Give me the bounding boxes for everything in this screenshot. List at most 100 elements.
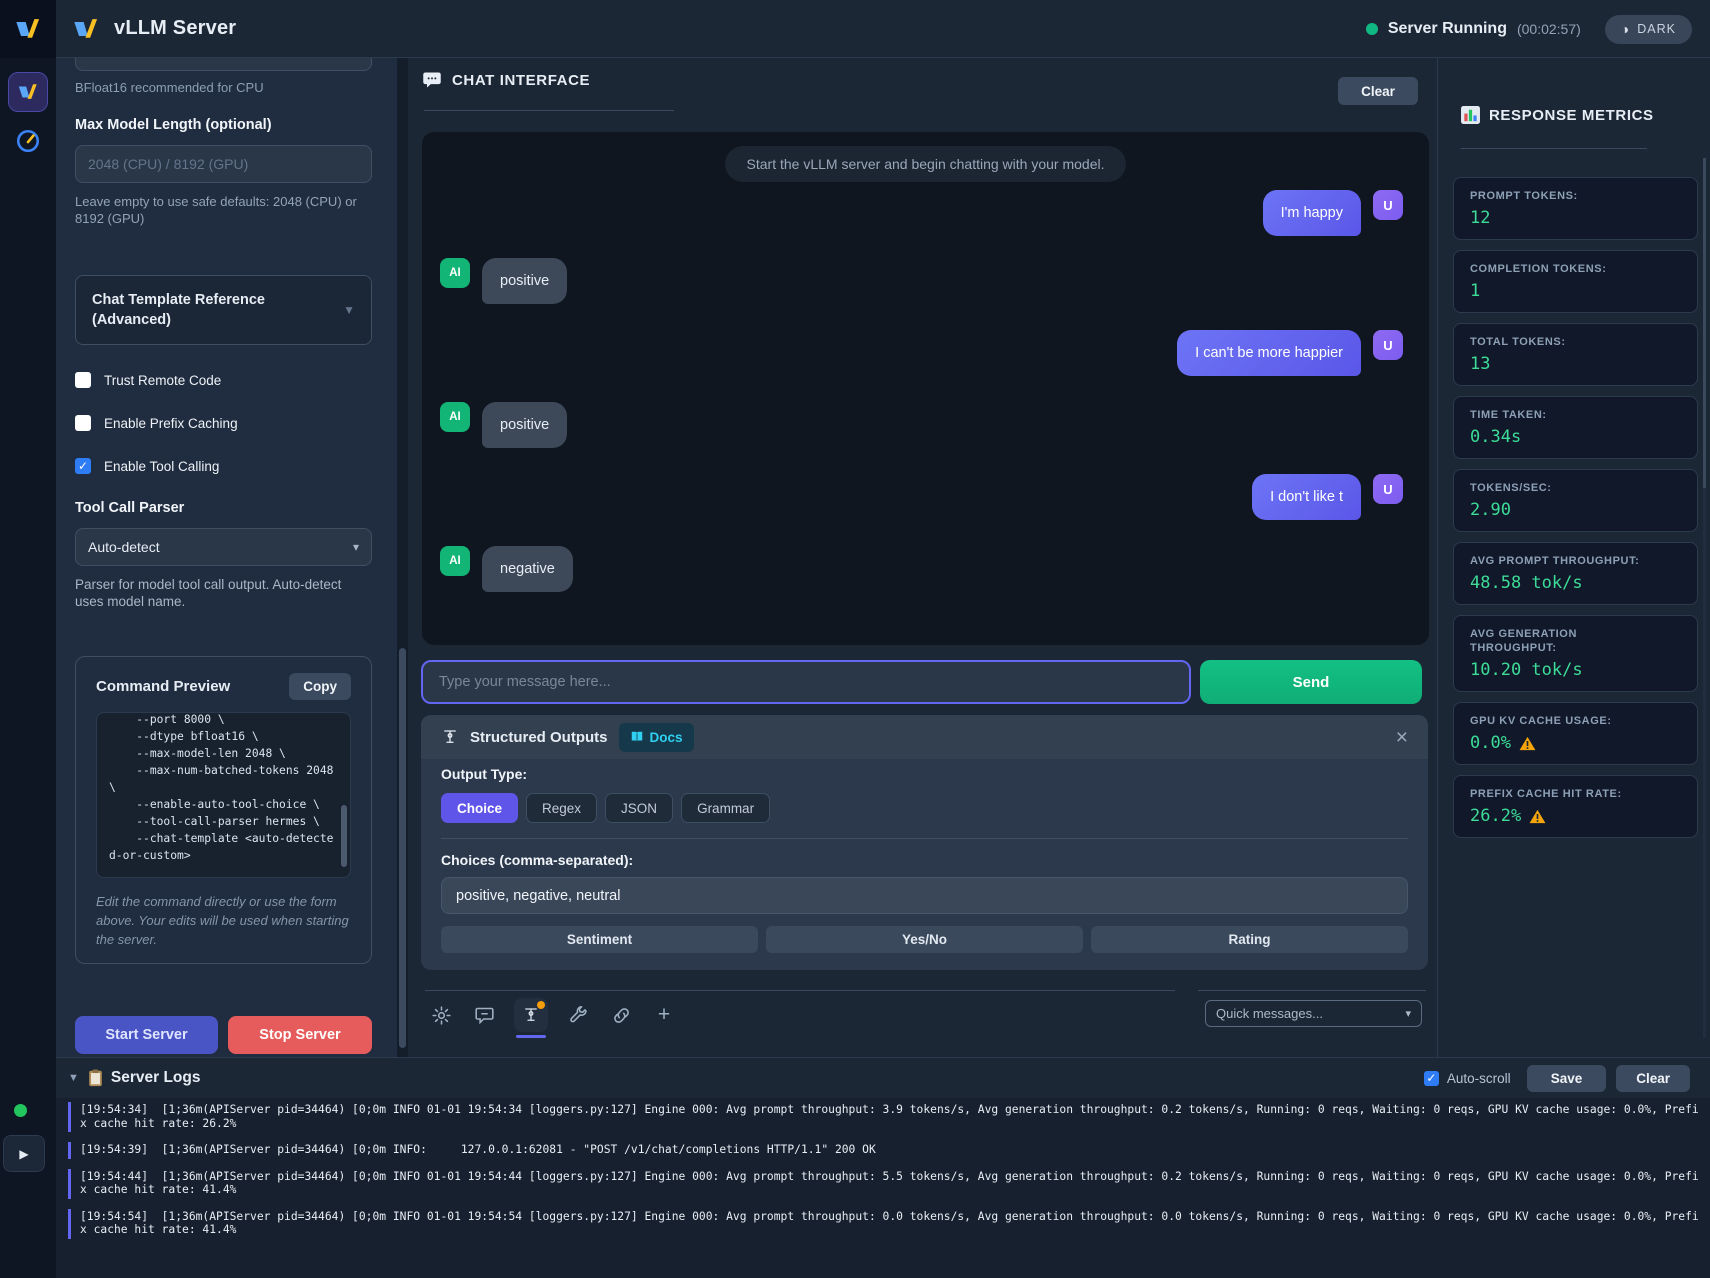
book-icon (630, 730, 644, 744)
autoscroll-label: Auto-scroll (1447, 1071, 1511, 1086)
output-type-json[interactable]: JSON (605, 793, 673, 823)
metric-tokens-per-sec: TOKENS/SEC: 2.90 (1453, 469, 1698, 532)
toolbar-divider (1198, 990, 1426, 991)
start-server-button[interactable]: Start Server (75, 1016, 218, 1054)
code-scrollbar-thumb[interactable] (341, 805, 347, 867)
send-button[interactable]: Send (1200, 660, 1422, 704)
checkbox-checked[interactable]: ✓ (1424, 1071, 1439, 1086)
checkbox-unchecked[interactable] (75, 372, 91, 388)
metric-avg-prompt-throughput: AVG PROMPT THROUGHPUT: 48.58 tok/s (1453, 542, 1698, 605)
user-bubble: I'm happy (1263, 190, 1361, 236)
link-icon[interactable] (608, 1002, 634, 1028)
metric-label: COMPLETION TOKENS: (1470, 262, 1645, 276)
ai-avatar: AI (440, 546, 470, 576)
preset-sentiment-button[interactable]: Sentiment (441, 926, 758, 953)
checkbox-enable-prefix-caching[interactable]: Enable Prefix Caching (75, 415, 372, 431)
chat-message-area: Start the vLLM server and begin chatting… (422, 132, 1429, 645)
play-icon: ▶ (19, 1147, 28, 1161)
response-metrics-panel: RESPONSE METRICS PROMPT TOKENS: 12 COMPL… (1437, 58, 1710, 1057)
tool-call-parser-label: Tool Call Parser (75, 500, 372, 516)
server-logs-output[interactable]: [19:54:34] [1;36m(APIServer pid=34464) [… (56, 1098, 1710, 1278)
chat-settings-icon[interactable] (471, 1002, 497, 1028)
settings-scrollbar-thumb[interactable] (399, 648, 406, 1048)
toolbar-divider (425, 990, 1175, 991)
metric-completion-tokens: COMPLETION TOKENS: 1 (1453, 250, 1698, 313)
settings-panel: BFloat16 recommended for CPU Max Model L… (56, 58, 397, 1057)
command-preview-code[interactable]: --port 8000 \ --dtype bfloat16 \ --max-m… (96, 712, 351, 878)
response-metrics-title: RESPONSE METRICS (1489, 107, 1654, 124)
checkbox-label: Enable Tool Calling (104, 459, 219, 474)
output-type-grammar[interactable]: Grammar (681, 793, 770, 823)
rail-status-dot (14, 1104, 27, 1117)
logs-clear-button[interactable]: Clear (1616, 1065, 1690, 1092)
checkbox-trust-remote-code[interactable]: Trust Remote Code (75, 372, 372, 388)
tool-call-parser-help: Parser for model tool call output. Auto-… (75, 576, 372, 610)
metric-label: TOKENS/SEC: (1470, 481, 1645, 495)
autoscroll-toggle[interactable]: ✓ Auto-scroll (1424, 1071, 1511, 1086)
structured-outputs-icon (522, 1006, 540, 1024)
quick-messages-select[interactable]: Quick messages... ▾ (1205, 1000, 1422, 1027)
close-icon[interactable]: × (1396, 727, 1408, 748)
chevron-down-icon: ▾ (1405, 1007, 1411, 1020)
message-input[interactable] (421, 660, 1191, 704)
copy-button[interactable]: Copy (289, 673, 351, 700)
user-bubble: I don't like t (1252, 474, 1361, 520)
chat-clear-button[interactable]: Clear (1338, 77, 1418, 105)
collapse-triangle-icon[interactable]: ▼ (68, 1072, 79, 1084)
dtype-note: BFloat16 recommended for CPU (75, 80, 372, 95)
chat-template-reference-toggle[interactable]: Chat Template Reference (Advanced) ▼ (75, 275, 372, 345)
structured-outputs-toggle[interactable] (514, 998, 548, 1032)
settings-gear-icon[interactable] (428, 1002, 454, 1028)
user-bubble: I can't be more happier (1177, 330, 1361, 376)
wrench-icon[interactable] (565, 1002, 591, 1028)
output-type-choice[interactable]: Choice (441, 793, 518, 823)
dtype-select-clipped[interactable] (75, 58, 372, 71)
preset-rating-button[interactable]: Rating (1091, 926, 1408, 953)
log-entry: [19:54:39] [1;36m(APIServer pid=34464) [… (68, 1142, 1704, 1159)
add-icon[interactable]: + (651, 1002, 677, 1028)
chat-intro-message: Start the vLLM server and begin chatting… (725, 146, 1127, 182)
theme-toggle-button[interactable]: ◑ DARK (1605, 15, 1692, 44)
rail-item-metrics[interactable] (15, 128, 41, 154)
rail-logo-tile (0, 0, 56, 58)
expand-panel-button[interactable]: ▶ (3, 1135, 45, 1172)
app-title: vLLM Server (114, 17, 236, 40)
metric-label: PROMPT TOKENS: (1470, 189, 1645, 203)
rail-item-vllm-active[interactable] (8, 72, 48, 112)
metric-label: TIME TAKEN: (1470, 408, 1645, 422)
output-type-regex[interactable]: Regex (526, 793, 597, 823)
choices-input[interactable] (441, 877, 1408, 914)
chat-message-user: I can't be more happier U (422, 330, 1429, 376)
preset-yesno-button[interactable]: Yes/No (766, 926, 1083, 953)
max-model-length-input[interactable] (75, 145, 372, 183)
checkbox-checked[interactable]: ✓ (75, 458, 91, 474)
clipboard-icon (88, 1069, 103, 1087)
server-logs-header: ▼ Server Logs ✓ Auto-scroll Save Clear (56, 1058, 1710, 1098)
command-preview-help: Edit the command directly or use the for… (96, 892, 351, 949)
status-dot (1366, 23, 1378, 35)
command-text: --port 8000 \ --dtype bfloat16 \ --max-m… (109, 712, 336, 864)
header-divider (1461, 148, 1647, 149)
command-preview-title: Command Preview (96, 678, 230, 695)
chat-bubble-icon (422, 70, 442, 90)
bar-chart-icon (1461, 106, 1480, 124)
settings-scrollbar[interactable] (397, 58, 408, 1057)
logs-save-button[interactable]: Save (1527, 1065, 1607, 1092)
tool-call-parser-select[interactable]: Auto-detect ▾ (75, 528, 372, 566)
log-entry: [19:54:44] [1;36m(APIServer pid=34464) [… (68, 1169, 1704, 1199)
metric-value: 2.90 (1470, 500, 1681, 520)
checkbox-enable-tool-calling[interactable]: ✓ Enable Tool Calling (75, 458, 372, 474)
status-label: Server Running (1388, 20, 1507, 38)
ai-avatar: AI (440, 402, 470, 432)
chat-message-ai: AI negative (422, 546, 1429, 592)
checkbox-unchecked[interactable] (75, 415, 91, 431)
metrics-scrollbar-thumb[interactable] (1703, 158, 1706, 488)
chat-template-reference-label: Chat Template Reference (Advanced) (92, 290, 307, 330)
metric-value: 10.20 tok/s (1470, 660, 1681, 680)
stop-server-button[interactable]: Stop Server (228, 1016, 372, 1054)
metric-total-tokens: TOTAL TOKENS: 13 (1453, 323, 1698, 386)
docs-link[interactable]: Docs (619, 723, 694, 752)
structured-outputs-title: Structured Outputs (470, 729, 608, 746)
metric-label: AVG PROMPT THROUGHPUT: (1470, 554, 1645, 568)
theme-icon: ◑ (1621, 21, 1630, 37)
